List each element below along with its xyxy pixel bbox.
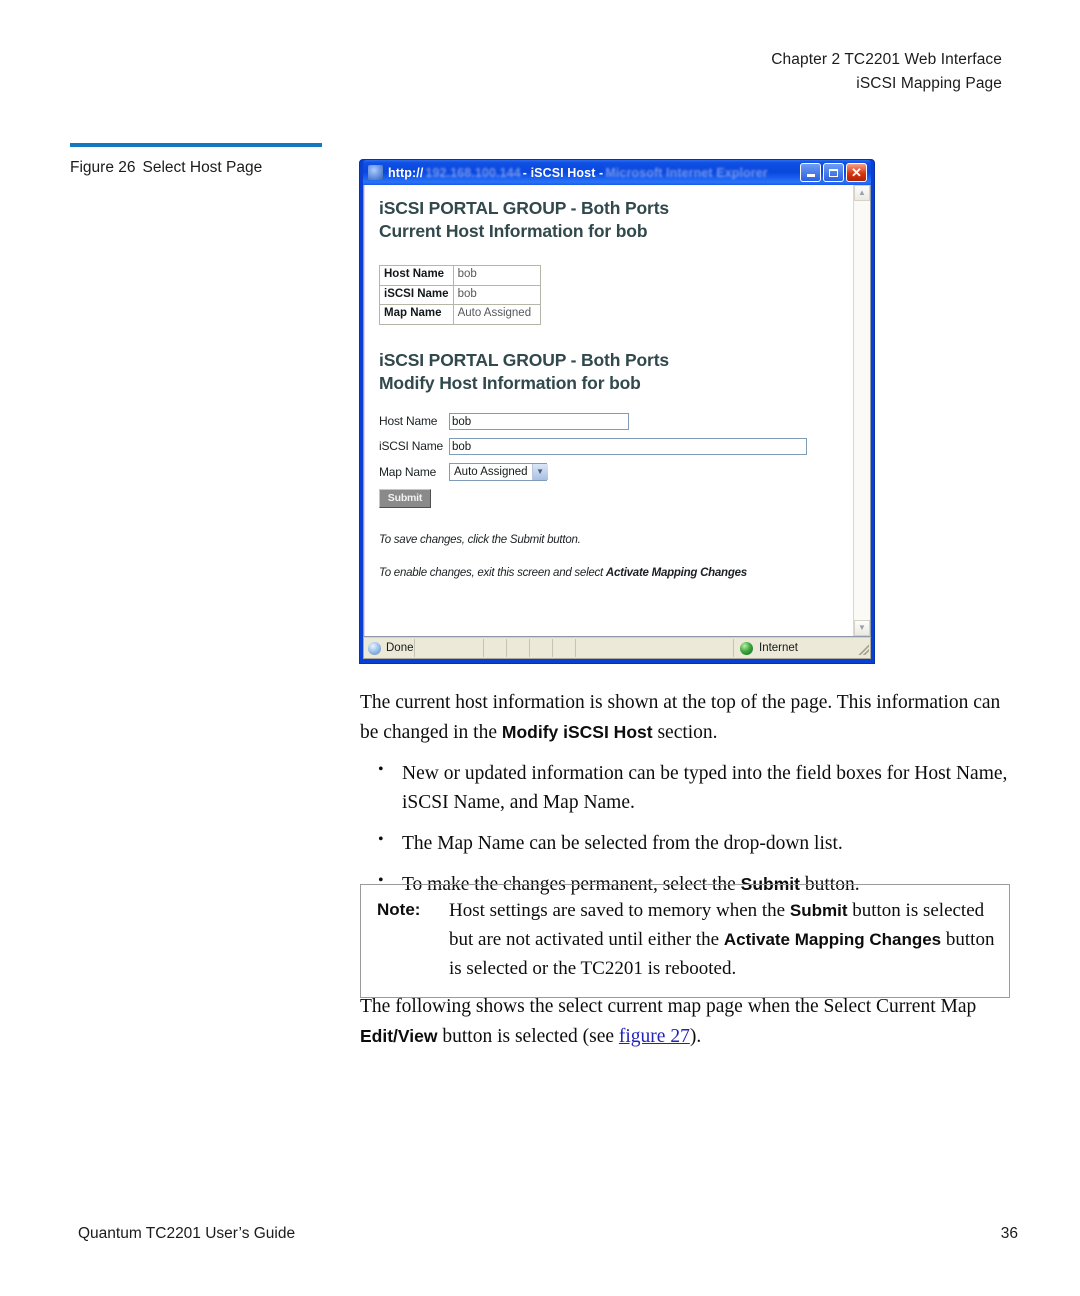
footer-page-number: 36 <box>1000 1225 1018 1242</box>
statusbar-cell <box>505 639 529 657</box>
modify-heading-line1: iSCSI PORTAL GROUP - Both Ports <box>379 349 669 370</box>
note-part1: Host settings are saved to memory when t… <box>449 900 790 921</box>
note-bold-activate: Activate Mapping Changes <box>723 929 942 949</box>
host-name-input[interactable]: bob <box>449 412 629 430</box>
closing-bold-editview: Edit/View <box>360 1025 438 1046</box>
maximize-icon <box>829 168 838 177</box>
maximize-button[interactable] <box>823 163 844 182</box>
minimize-icon <box>806 174 815 177</box>
browser-title-text: http://192.168.100.144 - iSCSI Host - Mi… <box>388 166 800 180</box>
minimize-button[interactable] <box>800 163 821 182</box>
closing-part1: The following shows the select current m… <box>360 996 977 1017</box>
header-chapter-line: Chapter 2 TC2201 Web Interface <box>771 51 1002 68</box>
intro-paragraph: The current host information is shown at… <box>360 688 1014 748</box>
save-changes-note: To save changes, click the Submit button… <box>379 533 581 546</box>
row-label-host-name: Host Name <box>379 265 454 286</box>
vertical-scrollbar[interactable]: ▲ ▼ <box>853 185 870 636</box>
window-controls: ✕ <box>800 163 869 182</box>
browser-titlebar: http://192.168.100.144 - iSCSI Host - Mi… <box>363 160 871 185</box>
close-icon: ✕ <box>851 165 862 180</box>
figure-caption: Figure 26 Select Host Page <box>70 159 322 177</box>
intro-bold-term: Modify iSCSI Host <box>501 721 653 742</box>
statusbar-cell <box>482 639 506 657</box>
web-page-content: iSCSI PORTAL GROUP - Both Ports Current … <box>365 185 853 579</box>
row-value-iscsi-name: bob <box>452 284 541 306</box>
current-heading-line1: iSCSI PORTAL GROUP - Both Ports <box>379 198 669 218</box>
close-button[interactable]: ✕ <box>846 163 867 182</box>
status-text: Done <box>386 642 414 654</box>
intro-text-part2: section. <box>652 721 718 743</box>
figure-rule <box>70 143 322 147</box>
note-label: Note: <box>377 900 421 919</box>
browser-statusbar: Done Internet <box>363 637 871 659</box>
statusbar-cell <box>528 639 552 657</box>
label-iscsi-name: iSCSI Name <box>379 439 444 454</box>
submit-button[interactable]: Submit <box>379 488 431 508</box>
web-page-canvas: iSCSI PORTAL GROUP - Both Ports Current … <box>364 185 853 636</box>
scroll-down-arrow-icon[interactable]: ▼ <box>854 620 870 636</box>
row-value-host-name: bob <box>452 265 541 286</box>
title-protocol: http:// <box>388 165 424 180</box>
current-host-info-table: Host Name bob iSCSI Name bob Map Name Au… <box>379 265 541 325</box>
closing-part3: ). <box>689 1025 702 1047</box>
chevron-down-icon: ▼ <box>531 463 548 480</box>
security-zone-label: Internet <box>759 642 798 654</box>
footer-guide-title: Quantum TC2201 User’s Guide <box>78 1225 296 1242</box>
iscsi-name-input[interactable]: bob <box>449 437 807 455</box>
row-label-map-name: Map Name <box>379 304 454 325</box>
page-header: Chapter 2 TC2201 Web Interface iSCSI Map… <box>771 48 1002 96</box>
table-row: iSCSI Name bob <box>379 284 541 306</box>
table-row: Map Name Auto Assigned <box>379 304 541 325</box>
enable-note-prefix: To enable changes, exit this screen and … <box>379 566 606 579</box>
figure-number: Figure 26 <box>70 159 136 176</box>
figure-caption-text: Select Host Page <box>142 159 263 176</box>
enable-changes-note: To enable changes, exit this screen and … <box>379 567 853 579</box>
form-row-iscsi-name: iSCSI Name bob <box>379 437 853 455</box>
modify-heading-line2: Modify Host Information for bob <box>379 372 641 393</box>
table-row: Host Name bob <box>379 265 541 286</box>
form-row-host-name: Host Name bob <box>379 412 853 430</box>
row-value-map-name: Auto Assigned <box>452 304 541 325</box>
title-page-name: - iSCSI Host - <box>522 165 604 180</box>
row-label-iscsi-name: iSCSI Name <box>379 284 454 306</box>
note-bold-submit: Submit <box>789 901 848 920</box>
modify-host-form: Host Name bob iSCSI Name bob Map Name Au… <box>379 412 853 508</box>
security-zone[interactable]: Internet <box>733 639 855 657</box>
note-text: Host settings are saved to memory when t… <box>449 897 995 984</box>
statusbar-cell <box>574 639 734 657</box>
page-footer: Quantum TC2201 User’s Guide 36 <box>78 1225 1018 1243</box>
status-globe-icon <box>368 641 381 655</box>
bullet-list: New or updated information can be typed … <box>360 758 1014 900</box>
document-body: The current host information is shown at… <box>360 688 1014 911</box>
browser-window-screenshot: http://192.168.100.144 - iSCSI Host - Mi… <box>359 159 875 664</box>
internet-explorer-icon <box>368 165 383 180</box>
statusbar-cell <box>551 639 575 657</box>
note-inner: Note: Host settings are saved to memory … <box>377 897 995 984</box>
header-section-line: iSCSI Mapping Page <box>856 75 1002 93</box>
enable-note-bold: Activate Mapping Changes <box>605 566 747 579</box>
label-map-name: Map Name <box>379 464 437 479</box>
label-host-name: Host Name <box>379 414 438 429</box>
figure-caption-block: Figure 26 Select Host Page <box>70 143 322 177</box>
title-ip-redacted: 192.168.100.144 <box>425 165 521 180</box>
browser-viewport: iSCSI PORTAL GROUP - Both Ports Current … <box>363 185 871 637</box>
list-item: The Map Name can be selected from the dr… <box>360 828 1014 859</box>
title-app-name: Microsoft Internet Explorer <box>605 165 768 180</box>
closing-part2: button is selected (see <box>437 1025 619 1047</box>
form-row-map-name: Map Name Auto Assigned ▼ <box>379 462 853 481</box>
map-name-selected-value: Auto Assigned <box>454 465 528 478</box>
statusbar-cell <box>413 639 483 657</box>
current-heading-line2: Current Host Information for bob <box>379 221 648 242</box>
note-box: Note: Host settings are saved to memory … <box>360 884 1010 998</box>
list-item: New or updated information can be typed … <box>360 758 1014 819</box>
resize-grip-icon[interactable] <box>855 641 869 655</box>
internet-zone-globe-icon <box>740 641 753 655</box>
scroll-up-arrow-icon[interactable]: ▲ <box>854 185 870 201</box>
figure-cross-reference-link[interactable]: figure 27 <box>619 1026 690 1047</box>
map-name-select[interactable]: Auto Assigned ▼ <box>449 462 548 481</box>
statusbar-filler <box>413 639 734 657</box>
closing-paragraph: The following shows the select current m… <box>360 992 1020 1052</box>
